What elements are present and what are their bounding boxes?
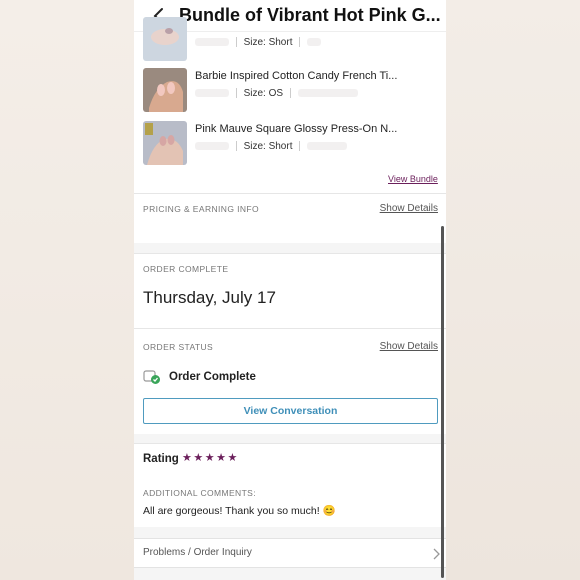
background-left bbox=[0, 0, 134, 580]
item-meta: Size: Short bbox=[195, 37, 322, 48]
order-status-show-details-link[interactable]: Show Details bbox=[380, 341, 438, 352]
item-thumbnail[interactable] bbox=[143, 121, 187, 165]
view-bundle-link[interactable]: View Bundle bbox=[388, 174, 438, 184]
divider bbox=[134, 443, 446, 444]
background-right bbox=[446, 0, 580, 580]
pricing-show-details-link[interactable]: Show Details bbox=[380, 203, 438, 214]
phone-screen: Bundle of Vibrant Hot Pink G... Size: Sh… bbox=[134, 0, 446, 580]
section-gap bbox=[134, 243, 446, 253]
additional-comments-text: All are gorgeous! Thank you so much! 😊 bbox=[143, 505, 336, 517]
redacted-price bbox=[195, 142, 229, 151]
item-thumbnail[interactable] bbox=[143, 17, 187, 61]
redacted-info bbox=[297, 89, 358, 98]
redacted-price bbox=[195, 38, 229, 47]
item-meta: Size: OS bbox=[195, 88, 358, 99]
divider bbox=[134, 253, 446, 254]
pricing-label: PRICING & EARNING INFO bbox=[143, 204, 260, 214]
item-size: Size: Short bbox=[243, 141, 293, 152]
divider bbox=[134, 193, 446, 194]
additional-comments-label: ADDITIONAL COMMENTS: bbox=[143, 488, 256, 498]
order-complete-icon bbox=[143, 370, 160, 384]
bundle-item[interactable]: Pink Mauve Square Glossy Press-On N... S… bbox=[143, 121, 443, 165]
order-status-text: Order Complete bbox=[169, 371, 256, 383]
view-conversation-button[interactable]: View Conversation bbox=[143, 398, 438, 424]
scrollbar[interactable] bbox=[441, 226, 444, 578]
chevron-right-icon bbox=[433, 548, 440, 560]
bundle-item[interactable]: Barbie Inspired Cotton Candy French Ti..… bbox=[143, 68, 443, 112]
item-thumbnail[interactable] bbox=[143, 68, 187, 112]
rating-stars: ★★★★★ bbox=[182, 452, 239, 464]
section-gap bbox=[134, 568, 446, 580]
section-gap bbox=[134, 434, 446, 443]
problems-order-inquiry-row[interactable]: Problems / Order Inquiry bbox=[134, 538, 446, 568]
item-size: Size: OS bbox=[243, 88, 284, 99]
problems-label: Problems / Order Inquiry bbox=[143, 547, 252, 558]
order-status-label: ORDER STATUS bbox=[143, 342, 214, 352]
redacted-info bbox=[307, 142, 348, 151]
divider bbox=[134, 328, 446, 329]
order-complete-date: Thursday, July 17 bbox=[143, 288, 276, 307]
order-complete-label: ORDER COMPLETE bbox=[143, 264, 229, 274]
redacted-price bbox=[195, 89, 229, 98]
item-title: Pink Mauve Square Glossy Press-On N... bbox=[195, 123, 398, 135]
rating-label: Rating bbox=[143, 453, 179, 465]
item-title: Barbie Inspired Cotton Candy French Ti..… bbox=[195, 70, 398, 82]
redacted-info bbox=[307, 38, 322, 47]
bundle-item[interactable]: Size: Short bbox=[143, 17, 443, 61]
item-size: Size: Short bbox=[243, 37, 293, 48]
section-gap bbox=[134, 527, 446, 538]
item-meta: Size: Short bbox=[195, 141, 348, 152]
